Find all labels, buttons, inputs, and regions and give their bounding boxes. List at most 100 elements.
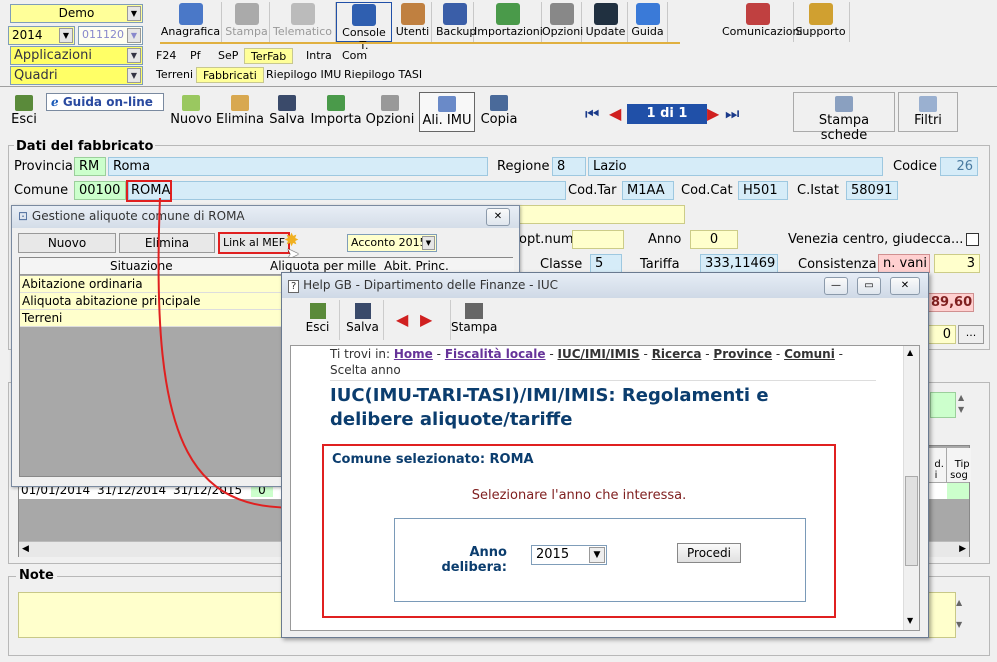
tab-terfab[interactable]: TerFab bbox=[244, 48, 294, 64]
opzioni-button[interactable]: Opzioni bbox=[542, 2, 583, 42]
tab-sep[interactable]: SeP bbox=[212, 48, 244, 64]
update-button[interactable]: Update bbox=[584, 2, 628, 42]
comunicazioni-button[interactable]: Comunicazioni bbox=[722, 2, 803, 42]
scroll-left-icon[interactable]: ◀ bbox=[22, 544, 29, 554]
tab-terreni[interactable]: Terreni bbox=[150, 67, 199, 83]
help-stampa-button[interactable]: Stampa bbox=[450, 300, 497, 340]
chevron-down-icon[interactable]: ▼ bbox=[59, 28, 73, 43]
guida-online-button[interactable]: ℯ Guida on-line bbox=[46, 93, 164, 111]
acconto-select[interactable]: Acconto 2015 ▼ bbox=[347, 234, 437, 252]
cistat-field[interactable]: 58091 bbox=[846, 181, 898, 200]
note-scroll[interactable]: ▲ ▼ bbox=[956, 592, 970, 638]
codcat-field[interactable]: H501 bbox=[738, 181, 788, 200]
backup-button[interactable]: Backup bbox=[436, 2, 477, 42]
chevron-down-icon[interactable]: ▼ bbox=[127, 6, 141, 21]
tab-intra[interactable]: Intra bbox=[300, 48, 338, 64]
esci-button[interactable]: Esci bbox=[6, 92, 42, 132]
backup-label: Backup bbox=[436, 25, 477, 38]
chevron-down-icon[interactable]: ▼ bbox=[127, 48, 141, 63]
chevron-down-icon[interactable]: ▼ bbox=[127, 28, 141, 43]
help-esci-button[interactable]: Esci bbox=[296, 300, 340, 340]
help-heading: IUC(IMU-TARI-TASI)/IMI/IMIS: Regolamenti… bbox=[330, 385, 769, 430]
filtri-button[interactable]: Filtri bbox=[898, 92, 958, 132]
next-record-icon[interactable]: ▶ bbox=[707, 104, 719, 123]
help-vscroll[interactable]: ▲ ▼ bbox=[903, 346, 919, 630]
salva-button[interactable]: Salva bbox=[268, 92, 306, 132]
forward-arrow-icon[interactable]: ▶ bbox=[420, 310, 432, 329]
tab-riepilogo-imu[interactable]: Riepilogo IMU bbox=[260, 67, 347, 83]
spinner[interactable]: ▲ ▼ bbox=[958, 392, 970, 418]
magnifier-icon bbox=[438, 96, 456, 112]
breadcrumb-link[interactable]: Comuni bbox=[784, 347, 835, 361]
importa-button[interactable]: Importa bbox=[310, 92, 362, 132]
console-button[interactable]: Console T. bbox=[336, 2, 392, 52]
applicazioni-combo[interactable]: Applicazioni ▼ bbox=[10, 46, 143, 65]
quadri-combo[interactable]: Quadri ▼ bbox=[10, 66, 143, 85]
comune-code-field[interactable]: 00100 bbox=[74, 181, 126, 200]
breadcrumb-link[interactable]: Fiscalità locale bbox=[445, 347, 546, 361]
scroll-thumb[interactable] bbox=[905, 476, 918, 566]
last-record-icon[interactable]: ⏭ bbox=[725, 104, 739, 124]
scroll-down-icon[interactable]: ▼ bbox=[907, 616, 913, 625]
tariffa-field[interactable]: 333,11469 bbox=[700, 254, 778, 273]
copia-button[interactable]: Copia bbox=[478, 92, 520, 132]
scroll-up-icon[interactable]: ▲ bbox=[907, 348, 913, 357]
regione-label: Regione bbox=[497, 159, 550, 174]
opzioni-form-button[interactable]: Opzioni bbox=[365, 92, 415, 132]
breadcrumb-link[interactable]: Ricerca bbox=[652, 347, 702, 361]
floppy-icon bbox=[354, 303, 371, 319]
first-record-icon[interactable]: ⏮ bbox=[585, 104, 599, 124]
tab-f24[interactable]: F24 bbox=[150, 48, 182, 64]
close-button[interactable]: ✕ bbox=[890, 277, 920, 295]
nuovo-button[interactable]: Nuovo bbox=[170, 92, 212, 132]
minimize-button[interactable]: — bbox=[824, 277, 848, 295]
utenti-button[interactable]: Utenti bbox=[394, 2, 432, 42]
breadcrumb-link[interactable]: Province bbox=[713, 347, 772, 361]
help-salva-button[interactable]: Salva bbox=[342, 300, 384, 340]
provincia-code-field[interactable]: RM bbox=[74, 157, 106, 176]
elimina-button[interactable]: Elimina bbox=[216, 92, 264, 132]
procedi-button[interactable]: Procedi bbox=[677, 543, 741, 563]
stampa-schede-button[interactable]: Stampa schede bbox=[793, 92, 895, 143]
close-button[interactable]: ✕ bbox=[486, 208, 510, 226]
chevron-down-icon[interactable]: ▼ bbox=[422, 236, 435, 250]
chevron-down-icon[interactable]: ▼ bbox=[127, 68, 141, 83]
tab-pf[interactable]: Pf bbox=[184, 48, 207, 64]
aliquote-nuovo-button[interactable]: Nuovo bbox=[18, 233, 116, 253]
tab-riepilogo-tasi[interactable]: Riepilogo TASI bbox=[338, 67, 428, 83]
breadcrumb-link[interactable]: IUC/IMI/IMIS bbox=[558, 347, 640, 361]
codtar-field[interactable]: M1AA bbox=[622, 181, 674, 200]
supporto-button[interactable]: Supporto bbox=[792, 2, 850, 42]
prev-record-icon[interactable]: ◀ bbox=[609, 104, 621, 123]
ellipsis-button[interactable]: ... bbox=[958, 325, 984, 344]
provincia-name-field[interactable]: Roma bbox=[108, 157, 488, 176]
guida-button[interactable]: Guida bbox=[628, 2, 668, 42]
anno-select[interactable]: 2015 ▼ bbox=[531, 545, 607, 565]
zero-field[interactable]: 0 bbox=[926, 325, 956, 344]
optnum-field[interactable] bbox=[572, 230, 624, 249]
ali-imu-button[interactable]: Ali. IMU bbox=[419, 92, 475, 132]
exit-door-icon bbox=[15, 95, 33, 111]
anagrafica-button[interactable]: Anagrafica bbox=[160, 2, 222, 42]
tab-fabbricati[interactable]: Fabbricati bbox=[196, 67, 264, 83]
scroll-right-icon[interactable]: ▶ bbox=[959, 544, 966, 554]
consistenza-field[interactable]: 3 bbox=[934, 254, 980, 273]
monitor-icon bbox=[593, 3, 618, 25]
anno-field[interactable]: 0 bbox=[690, 230, 738, 249]
regione-code-field[interactable]: 8 bbox=[552, 157, 586, 176]
demo-combo[interactable]: Demo ▼ bbox=[10, 4, 143, 23]
stampa-button[interactable]: Stampa bbox=[224, 2, 270, 42]
importazioni-button[interactable]: Importazioni bbox=[474, 2, 543, 42]
code-combo[interactable]: 011120 - ▼ bbox=[78, 26, 143, 45]
tab-com[interactable]: Com bbox=[336, 48, 373, 64]
classe-field[interactable]: 5 bbox=[590, 254, 622, 273]
back-arrow-icon[interactable]: ◀ bbox=[396, 310, 408, 329]
venezia-checkbox[interactable] bbox=[966, 233, 979, 246]
telematico-button[interactable]: Telematico bbox=[270, 2, 336, 42]
regione-name-field[interactable]: Lazio bbox=[588, 157, 883, 176]
maximize-button[interactable]: ▭ bbox=[857, 277, 881, 295]
chevron-down-icon[interactable]: ▼ bbox=[589, 547, 605, 563]
year-combo[interactable]: 2014 ▼ bbox=[8, 26, 75, 45]
breadcrumb-link[interactable]: Home bbox=[394, 347, 433, 361]
indirizzo-field[interactable] bbox=[519, 205, 685, 224]
